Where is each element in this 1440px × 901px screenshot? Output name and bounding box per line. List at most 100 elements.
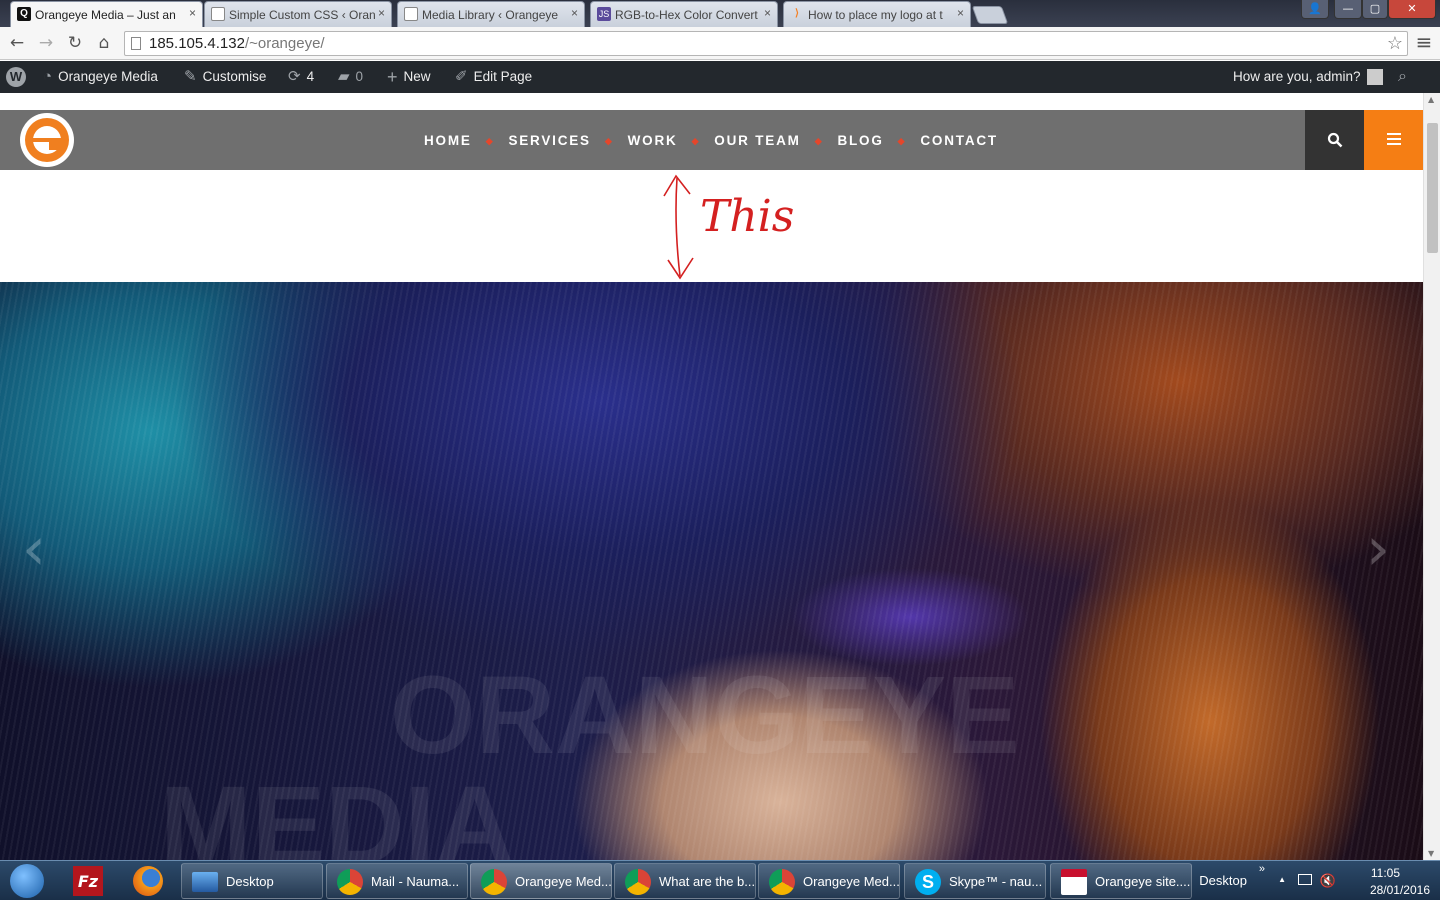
nav-contact[interactable]: CONTACT xyxy=(920,133,998,148)
nav-our-team[interactable]: OUR TEAM xyxy=(714,133,800,148)
skype-icon: S xyxy=(915,869,941,895)
hamburger-menu-button[interactable] xyxy=(1364,110,1423,170)
taskbar-item-label: Orangeye Med... xyxy=(515,873,612,889)
edit-page-link[interactable]: ✐ Edit Page xyxy=(455,61,532,93)
slider-next-arrow[interactable]: › xyxy=(1366,514,1390,584)
filezilla-button[interactable]: Fz xyxy=(68,864,108,898)
close-tab-icon[interactable]: × xyxy=(764,6,771,20)
desktop-toolbar-label[interactable]: Desktop xyxy=(1199,873,1247,888)
taskbar-item-label: Desktop xyxy=(226,873,274,889)
nav-work[interactable]: WORK xyxy=(628,133,678,148)
hero-slider: ORANGEYE MEDIA ‹ › xyxy=(0,282,1423,860)
chrome-menu-icon[interactable]: ≡ xyxy=(1414,30,1434,54)
nav-separator: ◆ xyxy=(604,135,614,146)
close-window-button[interactable]: ✕ xyxy=(1388,0,1436,19)
scroll-thumb[interactable] xyxy=(1427,123,1438,253)
nav-separator: ◆ xyxy=(814,135,824,146)
toolbar-chevron-icon[interactable]: » xyxy=(1259,863,1265,875)
tab-rgb-to-hex[interactable]: JS RGB-to-Hex Color Convert × xyxy=(590,1,778,27)
page-icon xyxy=(131,37,141,50)
comment-icon: ▰ xyxy=(338,68,350,85)
bookmark-star-icon[interactable]: ☆ xyxy=(1387,32,1403,55)
network-icon[interactable] xyxy=(1298,874,1312,885)
wordpress-icon: W xyxy=(6,67,26,87)
customise-label: Customise xyxy=(202,69,267,84)
site-search-button[interactable] xyxy=(1305,110,1364,170)
taskbar-item-desktop[interactable]: Desktop xyxy=(181,863,323,899)
reload-icon[interactable]: ↻ xyxy=(65,33,85,53)
volume-muted-icon[interactable]: 🔇 xyxy=(1320,873,1336,889)
maximize-button[interactable]: ▢ xyxy=(1362,0,1388,19)
tab-title: RGB-to-Hex Color Convert xyxy=(615,7,758,22)
site-header: HOME ◆ SERVICES ◆ WORK ◆ OUR TEAM ◆ BLOG… xyxy=(0,110,1423,170)
scroll-down-arrow[interactable]: ▼ xyxy=(1428,849,1434,858)
forward-icon[interactable]: → xyxy=(36,33,56,53)
tab-how-to-place-logo[interactable]: ⟩ How to place my logo at t × xyxy=(783,1,971,27)
tray-expand-icon[interactable]: ▲ xyxy=(1278,875,1286,884)
tab-media-library[interactable]: Media Library ‹ Orangeye × xyxy=(397,1,585,27)
new-tab-button[interactable] xyxy=(971,6,1009,24)
tab-title: Orangeye Media – Just an xyxy=(35,7,176,22)
nav-separator: ◆ xyxy=(485,135,495,146)
edit-page-label: Edit Page xyxy=(473,69,533,84)
page-scrollbar[interactable]: ▲ ▼ xyxy=(1423,93,1440,860)
windows-start-icon xyxy=(10,864,44,898)
taskbar-item-label: Mail - Nauma... xyxy=(371,873,460,889)
chrome-icon xyxy=(769,869,795,895)
nav-separator: ◆ xyxy=(897,135,907,146)
close-tab-icon[interactable]: × xyxy=(378,6,385,20)
hero-watermark: ORANGEYE xyxy=(390,654,1020,777)
tab-orangeye-media[interactable]: Q Orangeye Media – Just an × xyxy=(10,1,203,27)
address-bar[interactable]: 185.105.4.132/~orangeye/ ☆ xyxy=(124,31,1408,56)
scroll-up-arrow[interactable]: ▲ xyxy=(1428,95,1434,104)
desktop-icon xyxy=(192,872,218,892)
start-button[interactable] xyxy=(4,864,50,898)
close-tab-icon[interactable]: × xyxy=(957,6,964,20)
home-icon[interactable]: ⌂ xyxy=(94,33,114,53)
nav-blog[interactable]: BLOG xyxy=(837,133,883,148)
hero-watermark: MEDIA xyxy=(160,764,515,860)
nav-home[interactable]: HOME xyxy=(424,133,472,148)
pdf-icon xyxy=(1061,869,1087,895)
customise-link[interactable]: ✎ Customise xyxy=(184,61,266,93)
tab-simple-custom-css[interactable]: Simple Custom CSS ‹ Oran × xyxy=(204,1,392,27)
url-host: 185.105.4.132 xyxy=(149,35,245,52)
clock-time[interactable]: 11:05 xyxy=(1371,866,1400,880)
tab-title: Media Library ‹ Orangeye xyxy=(422,7,559,22)
user-icon[interactable]: 👤 xyxy=(1301,0,1329,19)
comments-link[interactable]: ▰ 0 xyxy=(338,61,363,93)
clock-date[interactable]: 28/01/2016 xyxy=(1370,883,1430,897)
site-name: Orangeye Media xyxy=(58,69,158,84)
hamburger-icon xyxy=(1386,133,1401,145)
taskbar-item-mail[interactable]: Mail - Nauma... xyxy=(326,863,468,899)
js-icon: JS xyxy=(597,7,611,21)
tab-title: How to place my logo at t xyxy=(808,7,943,22)
orangeye-logo[interactable] xyxy=(20,113,74,167)
filezilla-icon: Fz xyxy=(73,866,103,896)
my-account-menu[interactable]: How are you, admin? xyxy=(1233,61,1383,93)
pencil-icon: ✐ xyxy=(455,68,468,85)
updates-link[interactable]: ⟳ 4 xyxy=(288,61,314,93)
main-navigation: HOME ◆ SERVICES ◆ WORK ◆ OUR TEAM ◆ BLOG… xyxy=(424,110,998,170)
chrome-icon xyxy=(481,869,507,895)
new-content-menu[interactable]: + New xyxy=(387,61,431,93)
taskbar-item-pdf[interactable]: Orangeye site.... xyxy=(1050,863,1192,899)
close-tab-icon[interactable]: × xyxy=(571,6,578,20)
firefox-icon xyxy=(133,866,163,896)
stack-icon: ⟩ xyxy=(795,8,799,19)
admin-search-button[interactable]: ⌕ xyxy=(1398,61,1407,93)
site-name-menu[interactable]: ◔ Orangeye Media xyxy=(43,61,158,93)
taskbar-item-skype[interactable]: S Skype™ - nau... xyxy=(904,863,1046,899)
comments-count: 0 xyxy=(355,69,364,84)
taskbar-item-label: What are the b... xyxy=(659,873,756,889)
nav-services[interactable]: SERVICES xyxy=(508,133,590,148)
wp-logo-button[interactable]: W xyxy=(6,61,26,93)
taskbar-item-what-are[interactable]: What are the b... xyxy=(614,863,756,899)
back-icon[interactable]: ← xyxy=(7,33,27,53)
firefox-button[interactable] xyxy=(128,864,168,898)
taskbar-item-orangeye-2[interactable]: Orangeye Med... xyxy=(758,863,900,899)
close-tab-icon[interactable]: × xyxy=(189,6,196,20)
minimize-button[interactable]: — xyxy=(1334,0,1362,19)
slider-prev-arrow[interactable]: ‹ xyxy=(22,514,46,584)
taskbar-item-orangeye-1[interactable]: Orangeye Med... xyxy=(470,863,612,899)
